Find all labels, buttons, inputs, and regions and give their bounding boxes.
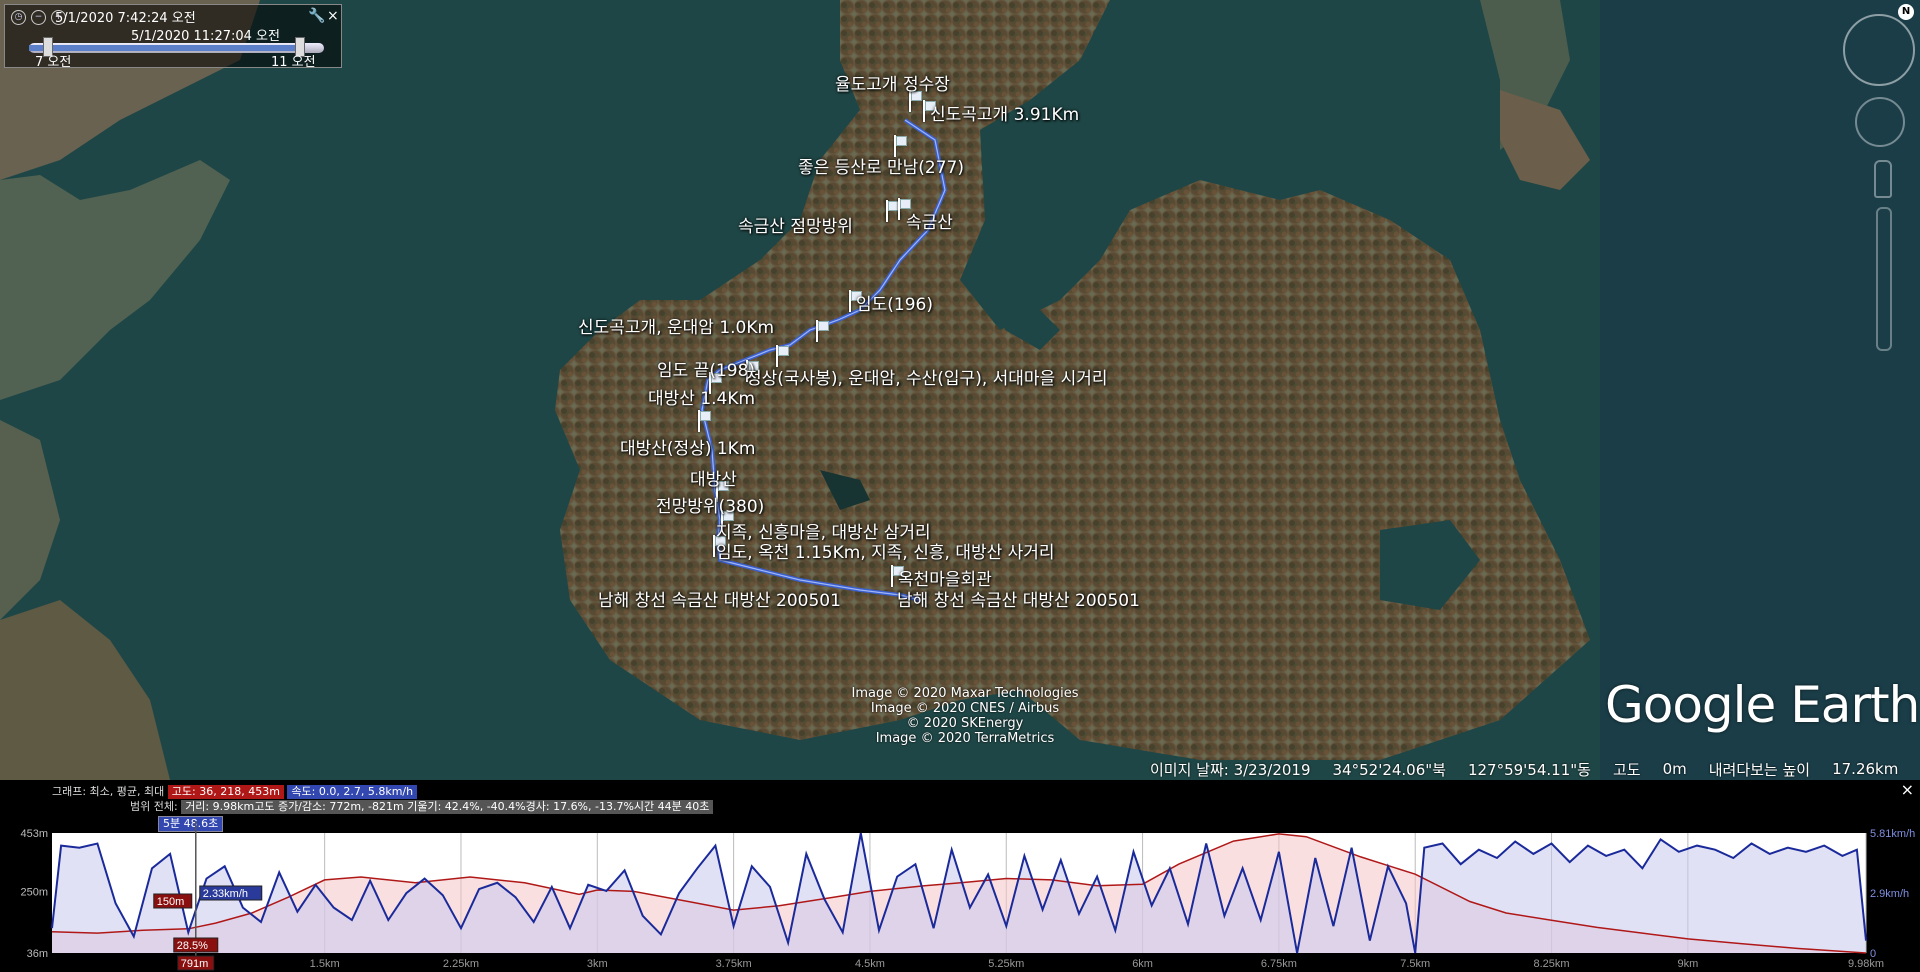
time-start: 5/1/2020 7:42:24 오전	[55, 11, 196, 26]
placemark-label[interactable]: 좋은 등산로 만남(277)	[798, 153, 964, 178]
y-right-tick-label: 2.9km/h	[1870, 888, 1909, 900]
google-earth-logo: Google Earth	[1605, 676, 1920, 734]
credit-line: Image © 2020 CNES / Airbus	[870, 701, 1060, 716]
placemark-label[interactable]: 임도, 옥천 1.15Km, 지족, 신흥, 대방산 사거리	[716, 538, 1055, 563]
clock-icon[interactable]: ◷	[11, 10, 26, 25]
placemark-label[interactable]: 남해 창선 속금산 대방산 200501	[897, 586, 1140, 611]
placemark-label[interactable]: 속금산 점망방위	[738, 212, 853, 237]
placemark-label[interactable]: 정상(국사봉), 운대암, 수산(입구), 서대마을 시거리	[746, 364, 1108, 389]
placemark-label[interactable]: 대방산(정상) 1Km	[620, 434, 755, 459]
look-joystick[interactable]	[1843, 14, 1915, 86]
move-joystick[interactable]	[1855, 97, 1905, 147]
placemark-label[interactable]: 남해 창선 속금산 대방산 200501	[598, 586, 841, 611]
y-left-tick-label: 453m	[20, 828, 48, 840]
zoom-slider[interactable]	[1876, 207, 1892, 351]
close-icon[interactable]: ×	[327, 8, 339, 24]
placemark-label[interactable]: 신도곡고개, 운대암 1.0Km	[578, 313, 774, 338]
y-left-tick-label: 36m	[27, 948, 48, 960]
north-icon[interactable]: N	[1898, 4, 1914, 20]
placemark-label[interactable]: 율도고개 정수장	[835, 70, 950, 95]
x-tick-label: 3.75km	[716, 958, 752, 970]
cursor-distance-label: 791m	[181, 958, 209, 970]
zoom-out-time-icon[interactable]: −	[31, 10, 46, 25]
x-tick-label: 6.75km	[1261, 958, 1297, 970]
cursor-elevation-label: 150m	[157, 896, 185, 908]
time-end: 5/1/2020 11:27:04 오전	[131, 29, 280, 44]
street-view-pegman-icon[interactable]	[1874, 160, 1892, 198]
elevation-value: 0m	[1662, 760, 1687, 778]
x-tick-label: 9.98km	[1848, 958, 1884, 970]
placemark-flag-icon[interactable]	[885, 200, 899, 222]
eye-altitude-value: 17.26km	[1832, 760, 1899, 778]
map-view[interactable]: 율도고개 정수장 신도곡고개 3.91Km 좋은 등산로 만남(277) 속금산…	[0, 0, 1920, 780]
elevation-chart[interactable]: 1.5km 2.25km 3km 3.75km 4.5km 5.25km 6km 6.75km…	[0, 780, 1920, 972]
placemark-label[interactable]: 전망방위(380)	[656, 492, 764, 517]
placemark-label[interactable]: 신도곡고개 3.91Km	[930, 100, 1079, 125]
x-tick-label: 6km	[1132, 958, 1153, 970]
credit-line: Image © 2020 Maxar Technologies	[851, 686, 1079, 701]
x-tick-label: 2.25km	[443, 958, 479, 970]
y-right-tick-label: 5.81km/h	[1870, 828, 1915, 840]
time-right-label: 11 오전	[271, 55, 316, 70]
longitude: 127°59'54.11"동	[1467, 760, 1591, 779]
y-right-tick-label: 0	[1870, 948, 1876, 960]
credit-line: Image © 2020 TerraMetrics	[875, 731, 1055, 746]
credit-line: © 2020 SKEnergy	[906, 716, 1024, 731]
x-tick-label: 5.25km	[988, 958, 1024, 970]
placemark-flag-icon[interactable]	[815, 320, 829, 342]
x-tick-label: 8.25km	[1534, 958, 1570, 970]
placemark-label[interactable]: 속금산	[906, 208, 953, 233]
placemark-flag-icon[interactable]	[697, 410, 711, 432]
imagery-credits: Image © 2020 Maxar Technologies Image © …	[840, 686, 1090, 746]
elevation-profile-panel: 그래프: 최소, 평균, 최대 고도: 36, 218, 453m 속도: 0.…	[0, 780, 1920, 972]
x-tick-label: 1.5km	[310, 958, 340, 970]
time-left-label: 7 오전	[35, 55, 72, 70]
time-slider[interactable]: ◷ − + 5/1/2020 7:42:24 오전 5/1/2020 11:27…	[4, 4, 342, 70]
x-tick-label: 4.5km	[855, 958, 885, 970]
y-left-tick-label: 250m	[20, 886, 48, 898]
placemark-label[interactable]: 대방산	[690, 465, 737, 490]
status-bar: 이미지 날짜: 3/23/2019 34°52'24.06"북 127°59'5…	[1150, 758, 1920, 780]
wrench-icon[interactable]: 🔧	[308, 8, 325, 24]
x-tick-label: 7.5km	[1400, 958, 1430, 970]
x-tick-label: 3km	[587, 958, 608, 970]
placemark-label[interactable]: 대방산 1.4Km	[648, 384, 755, 409]
placemark-label[interactable]: 임도 끝(198)	[657, 356, 755, 381]
cursor-speed-label: 2.33km/h	[203, 888, 248, 900]
latitude: 34°52'24.06"북	[1332, 760, 1446, 779]
placemark-label[interactable]: 임도(196)	[856, 290, 933, 315]
x-tick-label: 9km	[1677, 958, 1698, 970]
cursor-grade-label: 28.5%	[177, 940, 208, 952]
elevation-label: 고도	[1612, 760, 1641, 779]
image-date: 이미지 날짜: 3/23/2019	[1150, 760, 1311, 779]
navigation-controls[interactable]: N	[1840, 0, 1920, 360]
eye-altitude-label: 내려다보는 높이	[1708, 760, 1811, 779]
